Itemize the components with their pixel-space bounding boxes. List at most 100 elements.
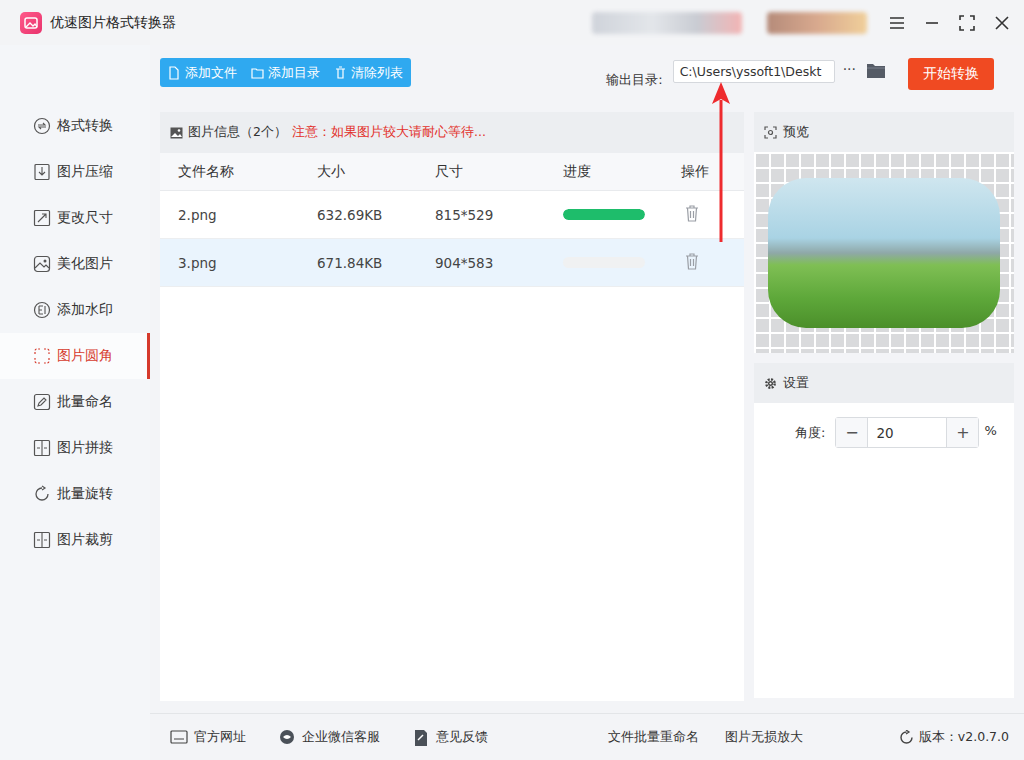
footer-link[interactable]: 意见反馈	[412, 729, 488, 746]
button-label: 添加文件	[185, 64, 237, 82]
file-panel-header: 图片信息（2个）注意：如果图片较大请耐心等待...	[160, 112, 744, 153]
close-icon[interactable]	[994, 15, 1010, 31]
tool-icon	[33, 255, 51, 273]
image-icon	[170, 127, 183, 139]
delete-button[interactable]	[681, 205, 744, 225]
gear-icon	[764, 377, 777, 390]
sidebar-item[interactable]: 更改尺寸	[0, 195, 150, 241]
trash-icon	[685, 205, 699, 222]
blurred-user-info	[592, 12, 742, 34]
add-folder-button[interactable]: 添加目录	[251, 64, 320, 82]
folder-icon	[251, 66, 264, 80]
table-cell: 2.png	[178, 207, 317, 223]
sidebar-label: 图片圆角	[57, 347, 113, 365]
status-bar: 官方网址 企业微信客服 意见反馈 文件批量重命名 图片无损放大 版本：v2.0.7.0	[150, 713, 1024, 760]
settings-title: 设置	[783, 375, 809, 392]
tool-icon	[33, 163, 51, 181]
website-icon	[170, 729, 188, 746]
preview-header: 预览	[754, 112, 1014, 152]
content-area: 添加文件 添加目录清除列表 输出目录: C:\Users\yssoft1\Deskt ·…	[150, 45, 1024, 760]
sidebar-label: 批量命名	[57, 393, 113, 411]
file-icon	[168, 66, 181, 80]
increase-button[interactable]: +	[947, 418, 978, 447]
sidebar: 格式转换图片压缩更改尺寸美化图片添加水印图片圆角批量命名图片拼接批量旋转图片裁剪	[0, 45, 150, 760]
footer-tool-link[interactable]: 文件批量重命名	[608, 729, 699, 746]
tool-icon	[33, 117, 51, 135]
chat-icon	[278, 729, 296, 746]
window-controls	[889, 15, 1010, 31]
decrease-button[interactable]: −	[836, 418, 867, 447]
version-info: 版本：v2.0.7.0	[899, 729, 1009, 746]
refresh-icon	[899, 730, 914, 745]
feedback-icon	[412, 729, 430, 746]
column-header: 操作	[681, 163, 744, 181]
footer-link-label: 企业微信客服	[302, 729, 380, 746]
blurred-account	[767, 12, 867, 34]
version-label: 版本：v2.0.7.0	[919, 729, 1009, 746]
tool-icon	[33, 439, 51, 457]
clear-list-button[interactable]: 清除列表	[334, 64, 403, 82]
settings-panel: 设置角度:−20+%	[754, 363, 1014, 698]
footer-link[interactable]: 官方网址	[170, 729, 246, 746]
table-cell: 632.69KB	[317, 207, 435, 223]
angle-input[interactable]: 20	[867, 418, 947, 447]
sidebar-item[interactable]: 批量命名	[0, 379, 150, 425]
preview-title: 预览	[783, 124, 809, 141]
sidebar-item[interactable]: 美化图片	[0, 241, 150, 287]
more-button[interactable]: ···	[843, 61, 856, 77]
file-button-group: 添加文件 添加目录清除列表	[160, 58, 411, 87]
menu-icon[interactable]	[889, 16, 905, 30]
tool-icon	[33, 485, 51, 503]
table-cell: 671.84KB	[317, 255, 435, 271]
sidebar-item[interactable]: 批量旋转	[0, 471, 150, 517]
toolbar: 添加文件 添加目录清除列表 输出目录: C:\Users\yssoft1\Deskt ·…	[150, 45, 1024, 112]
output-label: 输出目录:	[606, 71, 662, 89]
preview-icon	[764, 126, 777, 139]
preview-image	[768, 178, 1000, 328]
table-cell: 815*529	[435, 207, 563, 223]
angle-unit: %	[984, 423, 996, 438]
start-convert-button[interactable]: 开始转换	[908, 58, 994, 90]
column-header: 文件名称	[178, 163, 317, 181]
progress-fill	[563, 209, 645, 220]
tool-icon	[33, 347, 51, 365]
maximize-icon[interactable]	[959, 15, 975, 31]
footer-link[interactable]: 企业微信客服	[278, 729, 380, 746]
angle-stepper: −20+	[835, 417, 979, 448]
minimize-icon[interactable]	[924, 16, 940, 30]
sidebar-item[interactable]: 格式转换	[0, 103, 150, 149]
column-header: 进度	[563, 163, 681, 181]
sidebar-item[interactable]: 图片拼接	[0, 425, 150, 471]
column-header: 尺寸	[435, 163, 563, 181]
angle-label: 角度:	[795, 424, 825, 442]
tool-icon	[33, 209, 51, 227]
progress-track	[563, 257, 645, 268]
file-panel: 图片信息（2个）注意：如果图片较大请耐心等待...文件名称大小尺寸进度操作2.p…	[160, 112, 744, 701]
table-header: 文件名称大小尺寸进度操作	[160, 153, 744, 191]
progress-track	[563, 209, 645, 220]
table-row[interactable]: 2.png632.69KB815*529	[160, 191, 744, 239]
sidebar-label: 图片拼接	[57, 439, 113, 457]
angle-setting: 角度:−20+%	[754, 403, 1014, 448]
sidebar-label: 美化图片	[57, 255, 113, 273]
delete-button[interactable]	[681, 253, 744, 273]
add-file-button[interactable]: 添加文件	[168, 64, 237, 82]
sidebar-label: 图片裁剪	[57, 531, 113, 549]
output-path-field[interactable]: C:\Users\yssoft1\Deskt	[673, 60, 835, 83]
tool-icon	[33, 393, 51, 411]
footer-link-label: 意见反馈	[436, 729, 488, 746]
sidebar-label: 格式转换	[57, 117, 113, 135]
sidebar-item[interactable]: 添加水印	[0, 287, 150, 333]
open-folder-button[interactable]	[866, 62, 886, 82]
app-logo	[20, 12, 42, 34]
button-label: 添加目录	[268, 64, 320, 82]
column-header: 大小	[317, 163, 435, 181]
table-cell: 3.png	[178, 255, 317, 271]
sidebar-item[interactable]: 图片圆角	[0, 333, 150, 379]
table-row[interactable]: 3.png671.84KB904*583	[160, 239, 744, 287]
title-bar: 优速图片格式转换器	[0, 0, 1024, 45]
footer-tool-link[interactable]: 图片无损放大	[725, 729, 803, 746]
sidebar-label: 添加水印	[57, 301, 113, 319]
sidebar-item[interactable]: 图片压缩	[0, 149, 150, 195]
sidebar-item[interactable]: 图片裁剪	[0, 517, 150, 563]
